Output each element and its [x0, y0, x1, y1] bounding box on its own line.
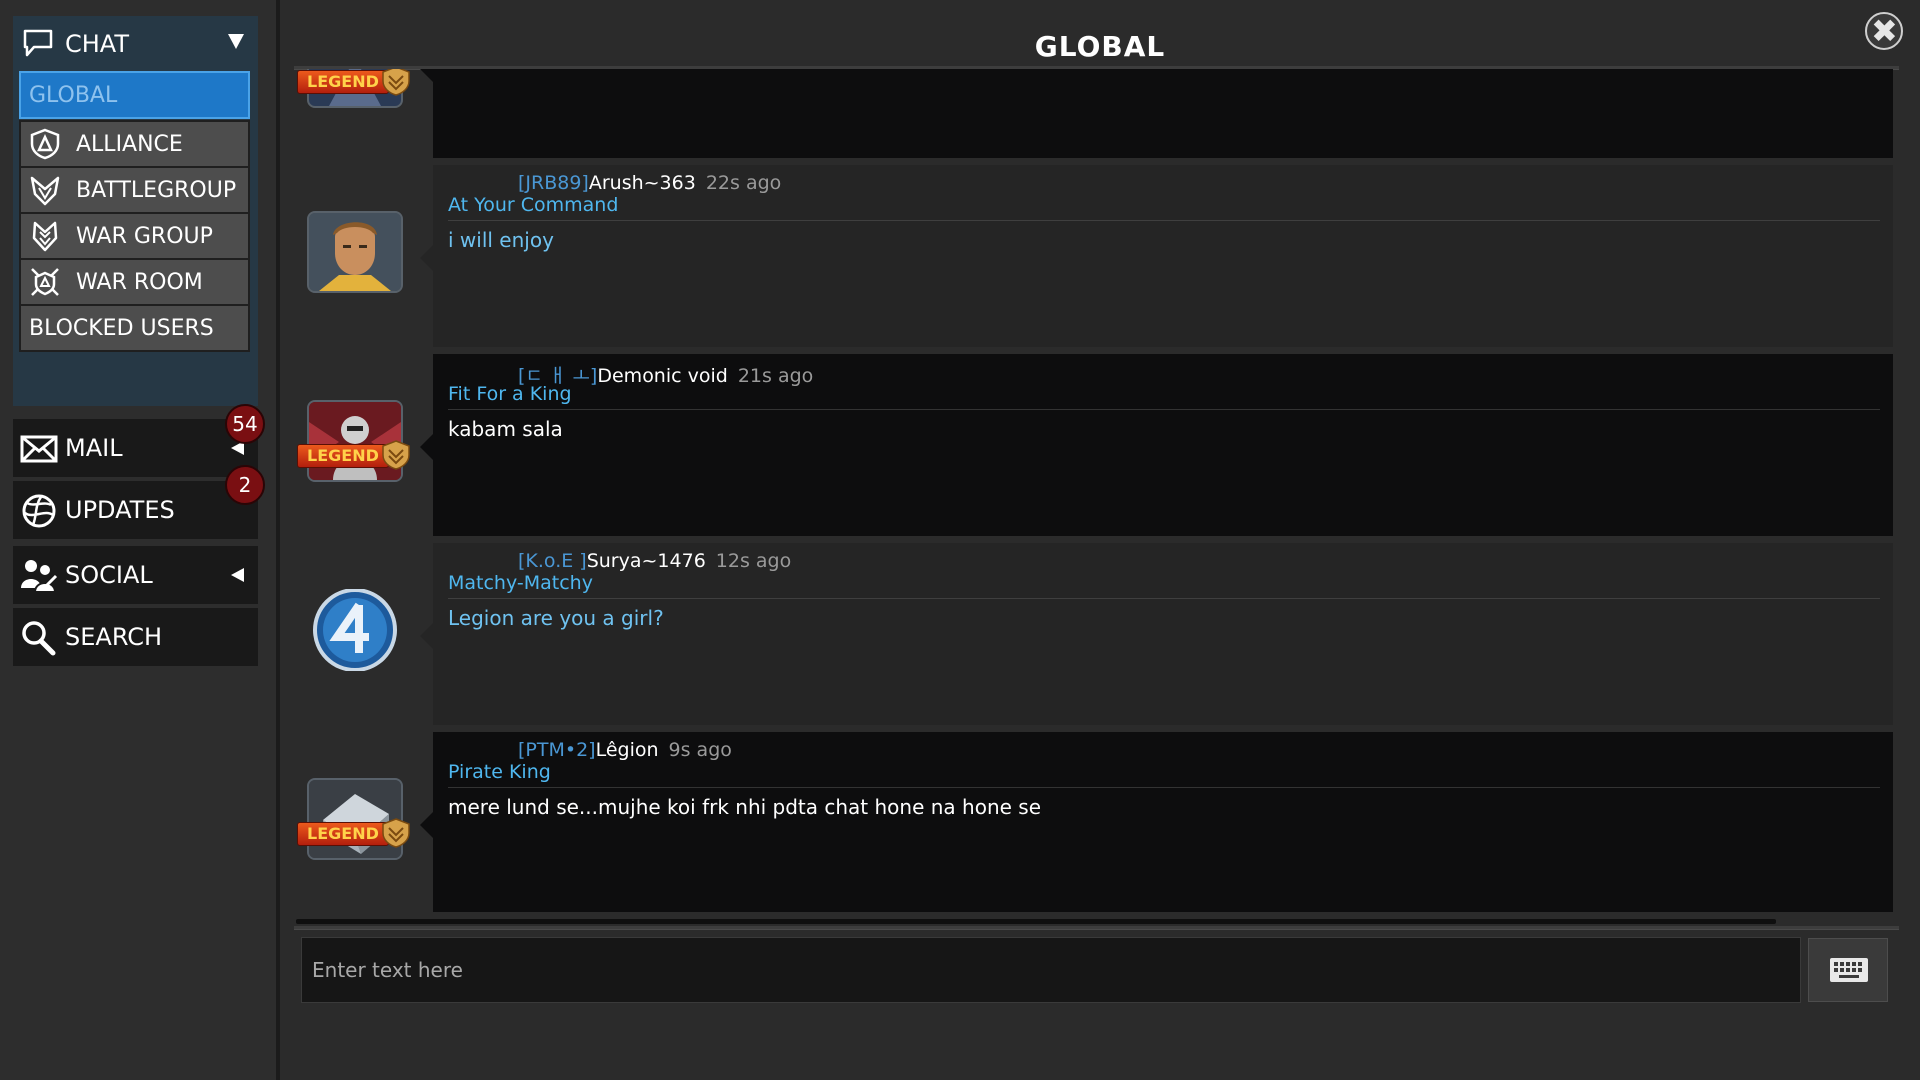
legend-badge: LEGEND: [297, 440, 410, 470]
chat-input[interactable]: [301, 937, 1801, 1003]
message-divider: [448, 787, 1880, 788]
message-bubble: [420, 69, 1893, 158]
channel-label: WAR ROOM: [76, 270, 203, 295]
message-bubble: [K.o.E ]Surya~1476 12s ago Matchy-Matchy …: [420, 543, 1893, 725]
battlegroup-icon: [29, 174, 61, 206]
channel-global[interactable]: GLOBAL: [19, 71, 250, 119]
legend-shield-icon: [381, 69, 411, 96]
chevron-left-icon: [231, 568, 244, 582]
menu-item-label: MAIL: [65, 434, 123, 462]
channel-alliance[interactable]: ALLIANCE: [19, 120, 250, 168]
message-text: Legion are you a girl?: [448, 606, 664, 630]
timestamp: 21s ago: [737, 365, 814, 387]
username[interactable]: Arush~363: [589, 172, 696, 194]
menu-item-social[interactable]: SOCIAL: [13, 546, 258, 604]
channel-label: BATTLEGROUP: [76, 178, 237, 203]
legend-badge: LEGEND: [297, 69, 411, 96]
close-button[interactable]: ✖: [1865, 12, 1903, 50]
bubble-pointer: [420, 812, 433, 838]
channel-war-room[interactable]: WAR ROOM: [19, 258, 250, 306]
message-divider: [448, 598, 1880, 599]
globe-icon: [19, 493, 59, 529]
channel-label: GLOBAL: [29, 83, 118, 108]
message-meta: [K.o.E ]Surya~1476 12s ago: [518, 550, 791, 572]
channel-label: WAR GROUP: [76, 224, 213, 249]
keyboard-icon: [1829, 957, 1869, 987]
alliance-tag[interactable]: [PTM•2]: [518, 739, 596, 761]
menu-item-updates[interactable]: UPDATES: [13, 481, 258, 539]
war-room-icon: [29, 266, 61, 298]
page-title: GLOBAL: [1034, 30, 1166, 63]
chat-message: LEGEND: [280, 69, 1920, 158]
chat-message: LEGEND [PTM•2]Lêgion 9s ago Pirate King m…: [280, 732, 1920, 912]
bubble-pointer: [420, 245, 433, 271]
message-text: i will enjoy: [448, 228, 554, 252]
username[interactable]: Demonic void: [597, 365, 727, 387]
legend-badge: LEGEND: [297, 818, 410, 848]
search-icon: [19, 620, 59, 656]
timestamp: 12s ago: [715, 550, 792, 572]
user-title: Fit For a King: [448, 383, 572, 405]
bubble-pointer: [420, 69, 433, 82]
channel-label: BLOCKED USERS: [29, 316, 214, 341]
username[interactable]: Surya~1476: [587, 550, 706, 572]
message-text: mere lund se...mujhe koi frk nhi pdta ch…: [448, 795, 1042, 819]
menu-item-search[interactable]: SEARCH: [13, 608, 258, 666]
channel-blocked-users[interactable]: BLOCKED USERS: [19, 304, 250, 352]
bubble-pointer: [420, 623, 433, 649]
legend-label: LEGEND: [307, 446, 379, 465]
timestamp: 9s ago: [668, 739, 732, 761]
timestamp: 22s ago: [705, 172, 782, 194]
chat-message: [K.o.E ]Surya~1476 12s ago Matchy-Matchy …: [280, 543, 1920, 725]
message-bubble: [PTM•2]Lêgion 9s ago Pirate King mere lun…: [420, 732, 1893, 912]
menu-item-label: UPDATES: [65, 496, 175, 524]
horizontal-scrollbar[interactable]: [296, 919, 1776, 924]
channel-war-group[interactable]: WAR GROUP: [19, 212, 250, 260]
bubble-pointer: [420, 434, 433, 460]
channel-label: ALLIANCE: [76, 132, 183, 157]
legend-label: LEGEND: [307, 824, 379, 843]
menu-item-label: SOCIAL: [65, 561, 153, 589]
legend-shield-icon: [381, 440, 411, 470]
legend-label: LEGEND: [307, 72, 379, 91]
close-icon: ✖: [1871, 12, 1898, 50]
message-bubble: [ㄷ ㅐ ㅗ]Demonic void 21s ago Fit For a Kin…: [420, 354, 1893, 536]
chat-header-label: CHAT: [65, 30, 130, 58]
chat-bubble-icon: [22, 27, 54, 63]
updates-badge: 2: [225, 465, 265, 505]
message-meta: [JRB89]Arush~363 22s ago: [518, 172, 781, 194]
user-title: Pirate King: [448, 761, 551, 783]
chat-panel: CHAT GLOBAL ALLIANCE BATTLEGROUP WAR GRO…: [13, 16, 258, 406]
war-group-icon: [29, 220, 61, 252]
chat-header[interactable]: CHAT: [13, 16, 258, 71]
divider: [294, 926, 1899, 930]
message-text: kabam sala: [448, 417, 563, 441]
menu-item-mail[interactable]: MAIL: [13, 419, 258, 477]
message-list[interactable]: LEGEND [JRB89]Arush~363 22s ago At Your …: [280, 69, 1920, 912]
chat-message: LEGEND [ㄷ ㅐ ㅗ]Demonic void 21s ago Fit Fo…: [280, 354, 1920, 536]
chevron-down-icon: [228, 34, 244, 49]
menu-item-label: SEARCH: [65, 623, 163, 651]
chat-message: [JRB89]Arush~363 22s ago At Your Command …: [280, 165, 1920, 347]
message-divider: [448, 220, 1880, 221]
alliance-shield-icon: [29, 128, 61, 160]
social-icon: [19, 558, 59, 594]
chat-main: GLOBAL ✖ LEGEND [JRB89]Arush~363 22s ago…: [280, 0, 1920, 1080]
message-bubble: [JRB89]Arush~363 22s ago At Your Command …: [420, 165, 1893, 347]
mail-unread-badge: 54: [225, 404, 265, 444]
user-title: At Your Command: [448, 194, 619, 216]
user-title: Matchy-Matchy: [448, 572, 593, 594]
message-meta: [PTM•2]Lêgion 9s ago: [518, 739, 732, 761]
channel-battlegroup[interactable]: BATTLEGROUP: [19, 166, 250, 214]
legend-shield-icon: [381, 818, 411, 848]
alliance-tag[interactable]: [K.o.E ]: [518, 550, 587, 572]
mail-icon: [19, 431, 59, 467]
sidebar: CHAT GLOBAL ALLIANCE BATTLEGROUP WAR GRO…: [0, 0, 280, 1080]
message-divider: [448, 409, 1880, 410]
avatar[interactable]: [307, 589, 403, 671]
avatar[interactable]: [307, 211, 403, 293]
username[interactable]: Lêgion: [596, 739, 659, 761]
alliance-tag[interactable]: [JRB89]: [518, 172, 589, 194]
keyboard-button[interactable]: [1808, 938, 1888, 1002]
